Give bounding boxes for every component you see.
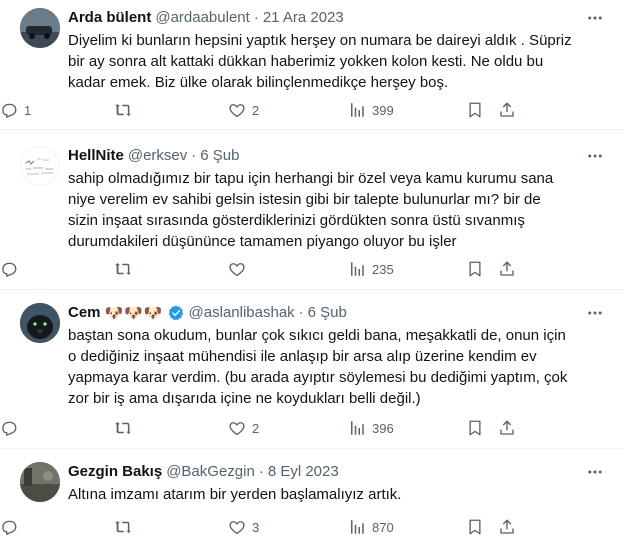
- avatar[interactable]: [20, 146, 60, 186]
- reply-button[interactable]: [0, 418, 24, 438]
- user-handle[interactable]: @aslanlibashak: [189, 303, 295, 323]
- reply-icon: [0, 260, 18, 278]
- separator-dot: ·: [191, 147, 197, 164]
- tweet[interactable]: HellNite @erksev · 6 Şub sahip olmadığım…: [0, 131, 624, 290]
- share-button[interactable]: [498, 259, 516, 279]
- like-count: 2: [252, 102, 260, 118]
- user-handle[interactable]: @erksev: [128, 146, 187, 166]
- avatar[interactable]: [20, 462, 60, 502]
- action-bar: 3 870: [0, 517, 624, 537]
- share-icon: [498, 419, 516, 437]
- share-button[interactable]: [498, 100, 516, 120]
- action-bar: 235: [0, 259, 624, 279]
- views-chart-icon: [348, 260, 366, 278]
- tweet[interactable]: Gezgin Bakış @BakGezgin · 8 Eyl 2023 Alt…: [0, 450, 624, 546]
- like-count: 3: [252, 519, 260, 535]
- timestamp[interactable]: 8 Eyl 2023: [268, 462, 339, 482]
- bookmark-icon: [466, 419, 484, 437]
- separator-dot: ·: [258, 463, 264, 480]
- display-name[interactable]: Arda bülent: [68, 8, 151, 28]
- action-bar: 1 2 399: [0, 100, 624, 120]
- views-button[interactable]: 396: [348, 418, 394, 438]
- views-button[interactable]: 235: [348, 259, 394, 279]
- name-emoji: 🐶🐶🐶: [104, 304, 164, 322]
- views-button[interactable]: 399: [348, 100, 394, 120]
- share-icon: [498, 260, 516, 278]
- bookmark-button[interactable]: [466, 100, 484, 120]
- reply-button[interactable]: [0, 517, 24, 537]
- tweet-text: sahip olmadığımız bir tapu için herhangi…: [68, 170, 554, 250]
- display-name[interactable]: Cem: [68, 303, 101, 323]
- heart-icon: [228, 419, 246, 437]
- view-count: 235: [372, 261, 394, 277]
- views-chart-icon: [348, 518, 366, 536]
- bookmark-button[interactable]: [466, 259, 484, 279]
- reply-count: 1: [24, 102, 32, 118]
- tweet-header: Cem 🐶🐶🐶 @aslanlibashak · 6 Şub: [68, 303, 604, 323]
- bookmark-icon: [466, 518, 484, 536]
- reply-button[interactable]: 1: [0, 100, 31, 120]
- bookmark-button[interactable]: [466, 517, 484, 537]
- reply-icon: [0, 101, 18, 119]
- retweet-icon: [114, 419, 132, 437]
- reply-icon: [0, 518, 18, 536]
- share-button[interactable]: [498, 418, 516, 438]
- timestamp[interactable]: 21 Ara 2023: [263, 8, 344, 28]
- separator-dot: ·: [253, 9, 259, 26]
- view-count: 870: [372, 519, 394, 535]
- timestamp[interactable]: 6 Şub: [308, 303, 347, 323]
- share-icon: [498, 518, 516, 536]
- view-count: 396: [372, 420, 394, 436]
- like-button[interactable]: 3: [228, 517, 259, 537]
- share-button[interactable]: [498, 517, 516, 537]
- reply-icon: [0, 419, 18, 437]
- tweet[interactable]: Cem 🐶🐶🐶 @aslanlibashak · 6 Şub baştan so…: [0, 291, 624, 449]
- more-dots-icon[interactable]: [586, 8, 604, 28]
- tweet-text: baştan sona okudum, bunlar çok sıkıcı ge…: [68, 327, 568, 407]
- timestamp[interactable]: 6 Şub: [200, 146, 239, 166]
- heart-icon: [228, 518, 246, 536]
- reply-feed: Arda bülent @ardaabulent · 21 Ara 2023 D…: [0, 0, 624, 546]
- heart-icon: [228, 260, 246, 278]
- action-bar: 2 396: [0, 418, 624, 438]
- retweet-button[interactable]: [114, 100, 138, 120]
- display-name[interactable]: HellNite: [68, 146, 124, 166]
- retweet-icon: [114, 101, 132, 119]
- retweet-icon: [114, 260, 132, 278]
- tweet-text: Altına imzamı atarım bir yerden başlamal…: [68, 486, 402, 503]
- separator-dot: ·: [298, 304, 304, 321]
- like-button[interactable]: 2: [228, 100, 259, 120]
- retweet-button[interactable]: [114, 418, 138, 438]
- bookmark-button[interactable]: [466, 418, 484, 438]
- like-button[interactable]: [228, 259, 252, 279]
- retweet-icon: [114, 518, 132, 536]
- reply-button[interactable]: [0, 259, 24, 279]
- share-icon: [498, 101, 516, 119]
- like-button[interactable]: 2: [228, 418, 259, 438]
- retweet-button[interactable]: [114, 517, 138, 537]
- bookmark-icon: [466, 101, 484, 119]
- avatar[interactable]: [20, 8, 60, 48]
- avatar[interactable]: [20, 303, 60, 343]
- display-name[interactable]: Gezgin Bakış: [68, 462, 162, 482]
- retweet-button[interactable]: [114, 259, 138, 279]
- user-handle[interactable]: @ardaabulent: [155, 8, 249, 28]
- views-chart-icon: [348, 419, 366, 437]
- more-dots-icon[interactable]: [586, 146, 604, 166]
- tweet-text: Diyelim ki bunların hepsini yaptık herşe…: [68, 32, 572, 91]
- bookmark-icon: [466, 260, 484, 278]
- views-chart-icon: [348, 101, 366, 119]
- view-count: 399: [372, 102, 394, 118]
- tweet-header: HellNite @erksev · 6 Şub: [68, 146, 604, 166]
- more-dots-icon[interactable]: [586, 303, 604, 323]
- tweet-header: Arda bülent @ardaabulent · 21 Ara 2023: [68, 8, 604, 28]
- views-button[interactable]: 870: [348, 517, 394, 537]
- like-count: 2: [252, 420, 260, 436]
- heart-icon: [228, 101, 246, 119]
- user-handle[interactable]: @BakGezgin: [166, 462, 255, 482]
- more-dots-icon[interactable]: [586, 462, 604, 482]
- verified-badge-icon[interactable]: [167, 304, 185, 322]
- tweet[interactable]: Arda bülent @ardaabulent · 21 Ara 2023 D…: [0, 0, 624, 130]
- tweet-header: Gezgin Bakış @BakGezgin · 8 Eyl 2023: [68, 462, 604, 482]
